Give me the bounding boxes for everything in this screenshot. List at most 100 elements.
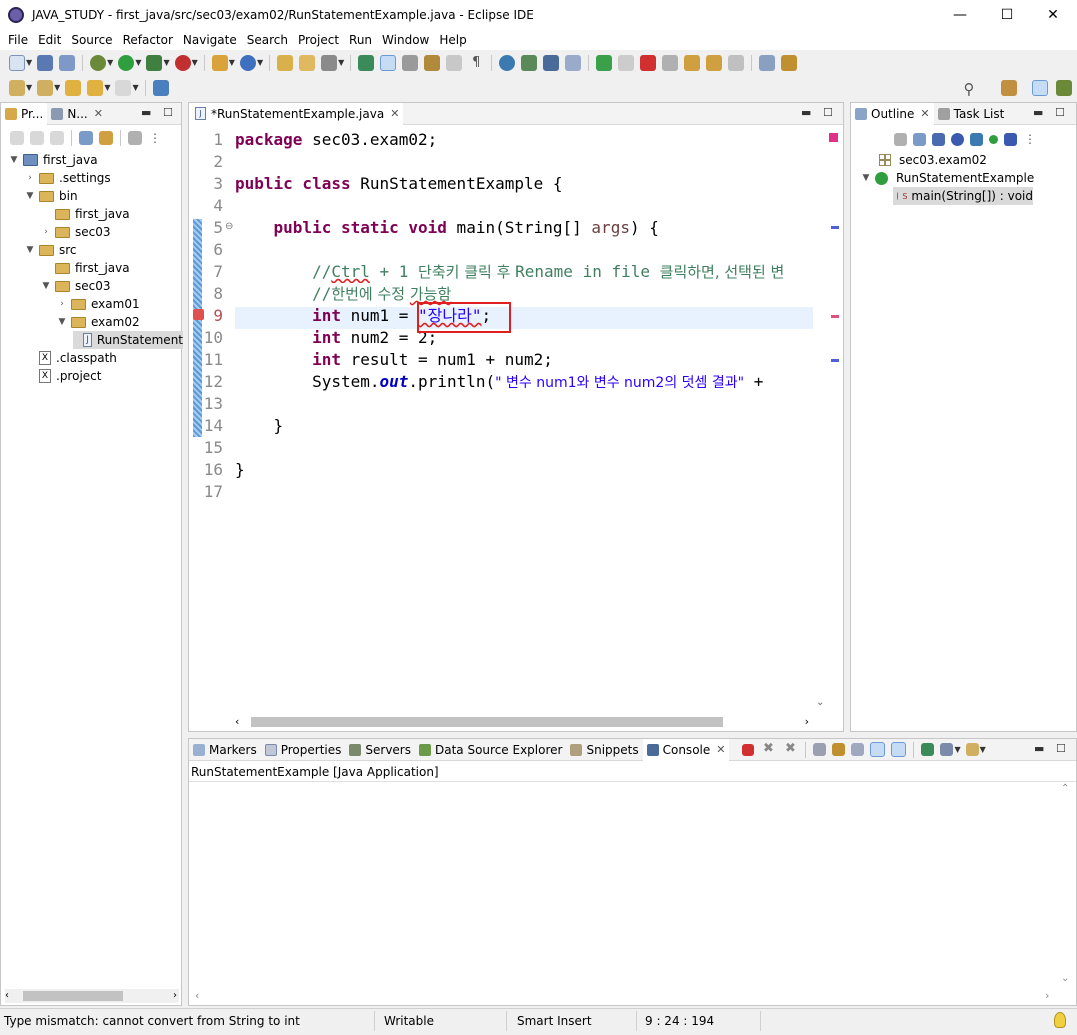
previous-annotation-icon[interactable] [37, 79, 54, 96]
menu-file[interactable]: File [3, 33, 33, 47]
tab-markers[interactable]: Markers [189, 739, 261, 761]
scroll-up-icon[interactable]: ⌃ [1061, 783, 1069, 794]
deploy-icon[interactable] [521, 54, 538, 71]
outline-item-class[interactable]: ▼ RunStatementExample [861, 169, 1035, 187]
next-annotation-icon[interactable] [9, 79, 25, 96]
tree-item-src-first-java[interactable]: first_java [41, 259, 130, 277]
last-edit-location-icon[interactable] [65, 79, 82, 96]
menu-project[interactable]: Project [293, 33, 344, 47]
maximize-view-icon[interactable]: ☐ [1056, 742, 1066, 755]
remove-launch-icon[interactable]: ✖ [760, 741, 776, 758]
scroll-down-icon[interactable]: ⌄ [1061, 973, 1069, 984]
pin-icon[interactable] [565, 54, 582, 71]
minimize-view-icon[interactable]: ▬ [1034, 742, 1044, 755]
horizontal-scrollbar[interactable]: ‹ › [5, 989, 179, 1003]
tree-item-runstatement[interactable]: J RunStatement [73, 331, 183, 349]
open-console-icon[interactable] [965, 743, 979, 756]
close-icon[interactable]: ✕ [390, 107, 399, 120]
menu-navigate[interactable]: Navigate [178, 33, 242, 47]
hide-static-icon[interactable] [970, 132, 983, 146]
search-tool-icon[interactable] [321, 54, 338, 71]
web-browser-icon[interactable] [499, 54, 516, 71]
overview-marker[interactable] [831, 226, 839, 229]
focus-icon[interactable] [894, 132, 907, 146]
search-icon[interactable]: ⚲ [961, 80, 977, 98]
tree-item-bin-sec03[interactable]: › sec03 [41, 223, 110, 241]
save-all-icon[interactable] [59, 54, 76, 71]
close-icon[interactable]: ✕ [94, 107, 103, 120]
outline-item-main-method[interactable]: S main(String[]) : void [893, 187, 1033, 205]
word-wrap-icon[interactable] [851, 743, 865, 756]
tree-item-src[interactable]: ▼ src [25, 241, 77, 259]
java-perspective-icon[interactable] [1032, 79, 1048, 96]
sort-icon[interactable] [932, 132, 945, 146]
scroll-left-icon[interactable]: ‹ [195, 989, 199, 1002]
tree-item-settings[interactable]: › .settings [25, 169, 110, 187]
scroll-right-icon[interactable]: › [1045, 989, 1049, 1002]
editor-horizontal-scrollbar[interactable]: ‹ › [235, 715, 811, 729]
minimize-view-icon[interactable]: ▬ [801, 106, 811, 119]
tree-item-project[interactable]: X .project [25, 367, 101, 385]
tab-data-source-explorer[interactable]: Data Source Explorer [415, 739, 566, 761]
minimize-button[interactable]: — [937, 0, 983, 30]
focus-icon[interactable] [128, 131, 142, 145]
pin-editor-icon[interactable] [152, 79, 169, 96]
tree-item-classpath[interactable]: X .classpath [25, 349, 117, 367]
breadcrumb-toggle-icon[interactable] [424, 54, 441, 71]
suspend-icon[interactable] [618, 54, 635, 71]
tab-outline[interactable]: Outline ✕ [851, 102, 934, 125]
tree-item-exam02[interactable]: ▼ exam02 [57, 313, 140, 331]
tab-console[interactable]: Console ✕ [642, 738, 730, 761]
view-menu-icon[interactable]: ⋮ [149, 131, 161, 145]
close-button[interactable]: ✕ [1030, 0, 1076, 30]
console-toggle-icon[interactable] [543, 54, 560, 71]
tab-editor-file[interactable]: J *RunStatementExample.java ✕ [189, 102, 404, 125]
menu-edit[interactable]: Edit [33, 33, 66, 47]
tree-item-bin-first-java[interactable]: first_java [41, 205, 130, 223]
pin-console-icon[interactable] [921, 743, 935, 756]
maximize-view-icon[interactable]: ☐ [1055, 106, 1065, 119]
overview-error-marker[interactable] [831, 315, 839, 318]
use-step-filters-icon[interactable] [759, 54, 776, 71]
coverage-icon[interactable] [146, 54, 163, 71]
new-class-icon[interactable] [239, 54, 256, 71]
up-nav-icon[interactable] [50, 131, 64, 145]
menu-refactor[interactable]: Refactor [118, 33, 178, 47]
overview-marker[interactable] [831, 359, 839, 362]
step-into-icon[interactable] [684, 54, 701, 71]
error-overview-icon[interactable] [829, 133, 838, 142]
tab-servers[interactable]: Servers [345, 739, 415, 761]
console-output[interactable] [189, 781, 1076, 1005]
save-icon[interactable] [37, 54, 54, 71]
mark-occurrences-icon[interactable] [380, 54, 397, 71]
disconnect-icon[interactable] [662, 54, 679, 71]
maximize-button[interactable]: ☐ [984, 0, 1030, 30]
terminate-console-icon[interactable] [742, 743, 755, 756]
tree-item-exam01[interactable]: › exam01 [57, 295, 139, 313]
close-icon[interactable]: ✕ [716, 743, 725, 756]
show-on-stdout-icon[interactable] [870, 742, 886, 757]
tab-navigator[interactable]: N... ✕ [47, 103, 107, 125]
forward-icon[interactable] [115, 79, 132, 96]
lightbulb-icon[interactable] [1054, 1012, 1066, 1028]
hide-fields-icon[interactable] [951, 132, 964, 146]
last-edit-icon[interactable] [781, 54, 798, 71]
maximize-view-icon[interactable]: ☐ [163, 106, 173, 119]
menu-help[interactable]: Help [434, 33, 471, 47]
open-type-icon[interactable] [277, 54, 294, 71]
debug-perspective-icon[interactable] [1056, 79, 1072, 96]
tree-item-src-sec03[interactable]: ▼ sec03 [41, 277, 111, 295]
open-perspective-icon[interactable] [1001, 79, 1017, 96]
hide-local-types-icon[interactable] [1004, 132, 1017, 146]
back-icon[interactable] [87, 79, 104, 96]
run-icon[interactable] [118, 54, 135, 71]
close-icon[interactable]: ✕ [920, 107, 929, 120]
scroll-lock-icon[interactable] [832, 743, 846, 756]
forward-nav-icon[interactable] [30, 131, 44, 145]
collapse-all-icon[interactable] [79, 131, 93, 145]
scroll-left-icon[interactable]: ‹ [5, 990, 9, 1001]
scroll-thumb[interactable] [23, 991, 123, 1001]
resume-icon[interactable] [596, 54, 613, 71]
terminate-icon[interactable] [640, 54, 657, 71]
show-on-stderr-icon[interactable] [891, 742, 907, 757]
